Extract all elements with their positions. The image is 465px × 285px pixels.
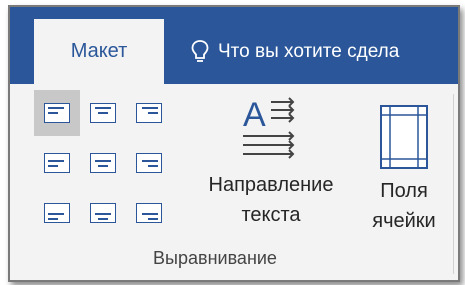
align-bottom-center-icon xyxy=(90,203,116,223)
text-direction-letter: A xyxy=(243,96,266,134)
tab-bar: Макет Что вы хотите сдела xyxy=(10,7,458,84)
cell-margins-label-1: Поля xyxy=(380,180,428,202)
align-top-right-button[interactable] xyxy=(126,90,172,136)
align-bottom-center-button[interactable] xyxy=(80,190,126,236)
ribbon-alignment-group: A Направление текста Поля ячейки Выравни… xyxy=(10,84,458,280)
align-bottom-left-button[interactable] xyxy=(34,190,80,236)
align-center-left-button[interactable] xyxy=(34,140,80,186)
align-top-right-icon xyxy=(136,103,162,123)
align-center-right-icon xyxy=(136,153,162,173)
tell-me-text: Что вы хотите сдела xyxy=(218,41,400,62)
align-top-left-icon xyxy=(44,103,70,123)
align-center-center-icon xyxy=(90,153,116,173)
align-center-left-icon xyxy=(44,153,70,173)
lightbulb-icon xyxy=(191,40,209,62)
align-top-left-button[interactable] xyxy=(34,90,80,136)
align-bottom-right-button[interactable] xyxy=(126,190,172,236)
cell-margins-icon xyxy=(380,105,428,169)
align-center-center-button[interactable] xyxy=(80,140,126,186)
ribbon-screenshot: Макет Что вы хотите сдела A Направление … xyxy=(8,5,460,282)
text-direction-label-1: Направление xyxy=(208,174,334,196)
tab-layout[interactable]: Макет xyxy=(34,19,164,84)
cell-margins-button[interactable]: Поля ячейки xyxy=(356,96,452,236)
text-direction-button[interactable]: A Направление текста xyxy=(186,96,356,230)
align-bottom-left-icon xyxy=(44,203,70,223)
cell-margins-label-2: ячейки xyxy=(372,210,436,232)
align-center-right-button[interactable] xyxy=(126,140,172,186)
tab-layout-label: Макет xyxy=(70,40,128,62)
cell-alignment-grid xyxy=(34,90,172,240)
align-bottom-right-icon xyxy=(136,203,162,223)
text-direction-label-2: текста xyxy=(241,204,301,226)
align-top-center-button[interactable] xyxy=(80,90,126,136)
align-top-center-icon xyxy=(90,103,116,123)
text-direction-icon: A xyxy=(243,96,295,159)
group-divider xyxy=(453,94,454,274)
tell-me-search[interactable]: Что вы хотите сдела xyxy=(190,37,399,67)
group-label: Выравнивание xyxy=(153,248,277,268)
